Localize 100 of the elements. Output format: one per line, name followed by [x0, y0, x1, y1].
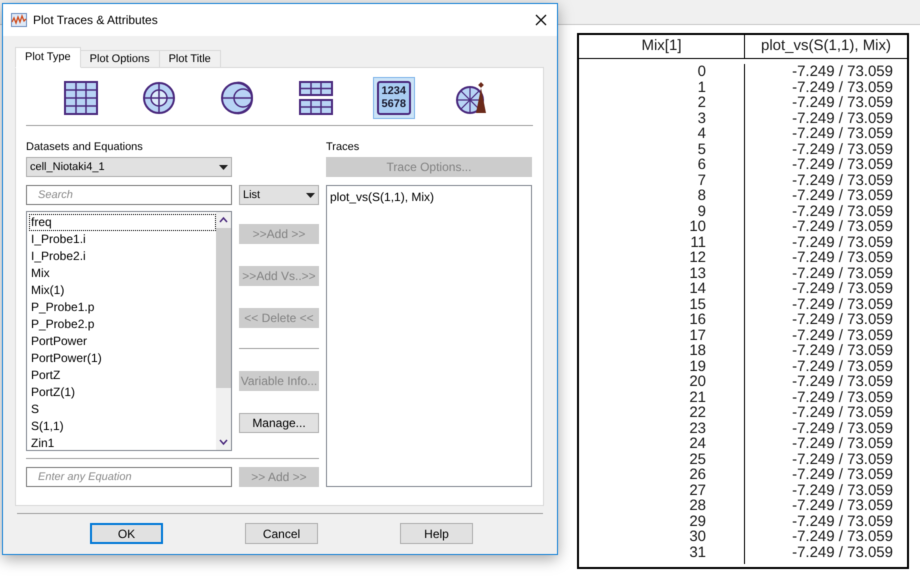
- table-cell: -7.249 / 73.059: [792, 281, 893, 296]
- list-item[interactable]: PortPower: [29, 333, 216, 350]
- table-cell: 1: [698, 80, 706, 95]
- table-cell: 25: [689, 452, 706, 467]
- icon-digits: 5678: [382, 98, 406, 111]
- table-cell: -7.249 / 73.059: [792, 514, 893, 529]
- table-cell: 11: [690, 234, 706, 250]
- equation-field[interactable]: Enter any Equation: [26, 467, 232, 487]
- table-cell: -7.249 / 73.059: [792, 110, 893, 126]
- table-cell: 21: [689, 390, 706, 405]
- table-cell: -7.249 / 73.059: [792, 266, 893, 281]
- table-cell: -7.249 / 73.059: [792, 95, 893, 110]
- table-cell: 23: [689, 420, 706, 436]
- table-cell: -7.249 / 73.059: [792, 188, 893, 204]
- table-cell: -7.249 / 73.059: [792, 312, 893, 328]
- list-item[interactable]: S(1,1): [29, 418, 216, 435]
- table-cell: 27: [689, 482, 706, 498]
- table-cell: -7.249 / 73.059: [792, 343, 893, 358]
- table-cell: 26: [689, 467, 706, 482]
- table-cell: 29: [689, 514, 706, 529]
- table-cell: -7.249 / 73.059: [792, 204, 893, 219]
- list-item[interactable]: I_Probe2.i: [29, 248, 216, 265]
- table-cell: 8: [698, 188, 706, 204]
- table-cell: -7.249 / 73.059: [792, 64, 893, 80]
- table-cell: 5: [698, 142, 706, 157]
- table-cell: 2: [698, 95, 706, 110]
- section-heading: Datasets and Equations: [26, 140, 144, 153]
- table-cell: 17: [689, 328, 706, 343]
- table-cell: -7.249 / 73.059: [792, 467, 893, 482]
- table-cell: -7.249 / 73.059: [792, 498, 893, 514]
- window-title: Plot Traces & Attributes: [33, 12, 158, 29]
- table-cell: -7.249 / 73.059: [792, 405, 893, 420]
- table-cell: -7.249 / 73.059: [792, 80, 893, 95]
- table-cell: -7.249 / 73.059: [792, 328, 893, 343]
- list-item[interactable]: Zin1: [29, 435, 216, 452]
- section-heading: Traces: [326, 140, 360, 153]
- table-cell: -7.249 / 73.059: [792, 142, 893, 157]
- plot-type-option[interactable]: 1234 5678: [372, 77, 415, 119]
- waveform-chart-icon: [11, 13, 27, 27]
- list-item[interactable]: PortZ: [29, 367, 216, 384]
- table-cell: -7.249 / 73.059: [792, 157, 893, 172]
- table-cell: -7.249 / 73.059: [792, 452, 893, 467]
- tab[interactable]: Plot Type: [15, 47, 81, 68]
- dropdown-arrow-icon: [219, 164, 228, 170]
- dialog-button[interactable]: OK: [90, 523, 163, 544]
- table-cell: 19: [689, 358, 706, 374]
- table-cell: 9: [698, 204, 706, 219]
- table-cell: -7.249 / 73.059: [792, 544, 893, 560]
- table-cell: 13: [689, 266, 706, 281]
- close-icon[interactable]: [535, 14, 547, 26]
- table-cell: 10: [689, 219, 706, 234]
- table-cell: -7.249 / 73.059: [792, 234, 893, 250]
- table-cell: -7.249 / 73.059: [792, 219, 893, 234]
- column-header: Mix[1]: [579, 35, 745, 58]
- table-cell: -7.249 / 73.059: [792, 126, 893, 142]
- table-cell: 20: [689, 374, 706, 390]
- table-cell: 7: [698, 172, 706, 188]
- table-cell: -7.249 / 73.059: [792, 358, 893, 374]
- list-item[interactable]: freq: [29, 214, 216, 231]
- action-button[interactable]: Manage...: [239, 413, 319, 433]
- table-cell: -7.249 / 73.059: [792, 529, 893, 544]
- list-item[interactable]: I_Probe1.i: [29, 231, 216, 248]
- list-item[interactable]: Mix(1): [29, 282, 216, 299]
- table-cell: 3: [698, 110, 706, 126]
- view-mode-dropdown[interactable]: List: [239, 185, 319, 205]
- table-cell: 24: [689, 436, 706, 452]
- icon-digits: 1234: [382, 85, 406, 98]
- scrollbar[interactable]: [216, 212, 231, 450]
- table-cell: -7.249 / 73.059: [792, 172, 893, 188]
- list-item[interactable]: P_Probe2.p: [29, 316, 216, 333]
- table-cell: 16: [689, 312, 706, 328]
- dialog-button[interactable]: Cancel: [245, 523, 318, 544]
- table-cell: 12: [689, 250, 706, 266]
- list-item[interactable]: PortZ(1): [29, 384, 216, 401]
- table-cell: 0: [698, 64, 706, 80]
- table-cell: 22: [689, 405, 706, 420]
- table-cell: -7.249 / 73.059: [792, 420, 893, 436]
- tab[interactable]: Plot Title: [158, 50, 221, 68]
- table-cell: 15: [689, 296, 706, 312]
- table-cell: 4: [698, 126, 706, 142]
- list-item[interactable]: Mix: [29, 265, 216, 282]
- scrollbar-thumb[interactable]: [216, 228, 231, 388]
- search-field[interactable]: Search: [26, 185, 232, 205]
- dataset-dropdown[interactable]: cell_Niotaki4_1: [26, 157, 232, 177]
- column-header: plot_vs(S(1,1), Mix): [760, 36, 892, 56]
- list-item[interactable]: PortPower(1): [29, 350, 216, 367]
- list-item[interactable]: S: [29, 401, 216, 418]
- table-cell: -7.249 / 73.059: [792, 436, 893, 452]
- table-cell: -7.249 / 73.059: [792, 250, 893, 266]
- table-cell: 31: [689, 544, 706, 560]
- table-cell: 18: [689, 343, 706, 358]
- table-cell: 28: [689, 498, 706, 514]
- list-item[interactable]: plot_vs(S(1,1), Mix): [330, 188, 528, 205]
- table-cell: -7.249 / 73.059: [792, 482, 893, 498]
- dialog-button[interactable]: Help: [400, 523, 473, 544]
- list-item[interactable]: P_Probe1.p: [29, 299, 216, 316]
- table-cell: 14: [689, 281, 706, 296]
- dropdown-arrow-icon: [306, 192, 315, 198]
- table-cell: -7.249 / 73.059: [792, 390, 893, 405]
- table-cell: -7.249 / 73.059: [792, 374, 893, 390]
